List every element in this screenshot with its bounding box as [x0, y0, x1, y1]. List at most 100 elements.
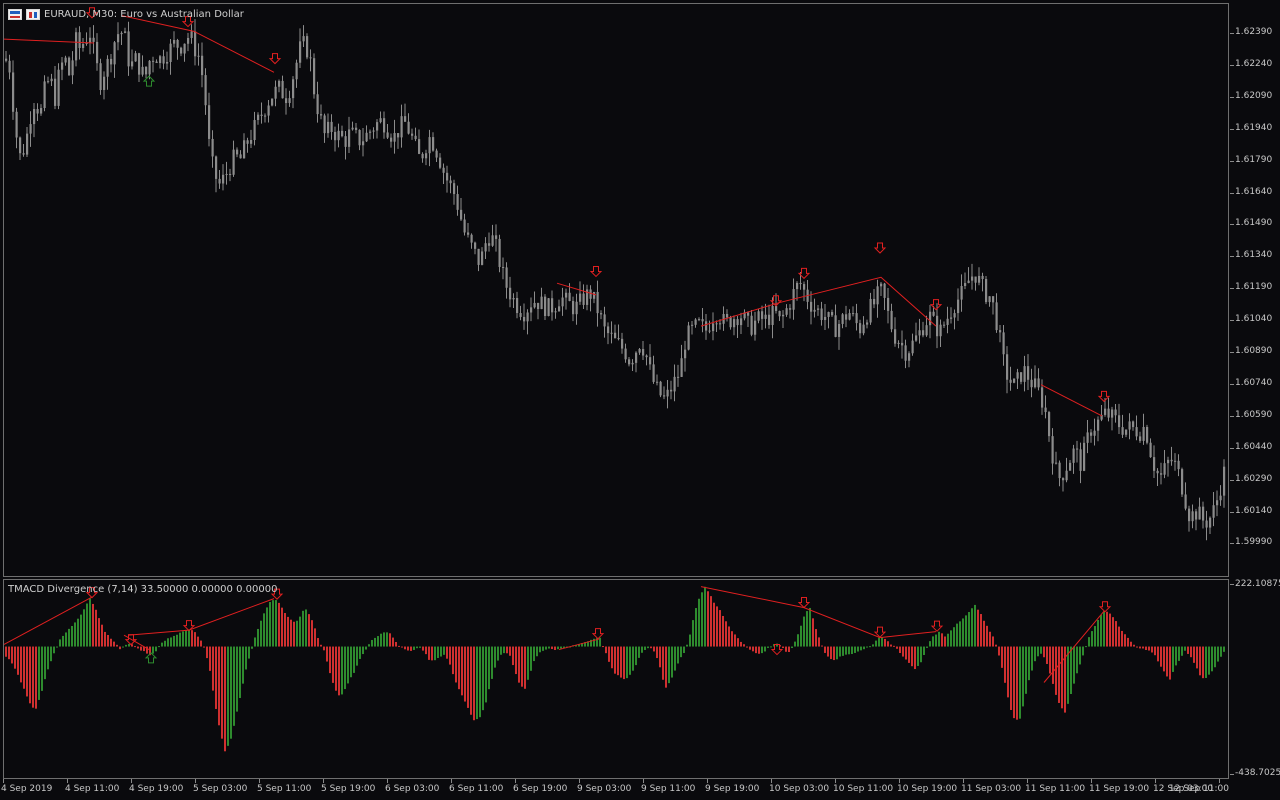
candle — [621, 332, 624, 354]
candle — [502, 257, 505, 280]
histogram-bar — [971, 608, 973, 647]
candle — [57, 63, 60, 110]
candle-body — [908, 353, 911, 361]
candle-body — [1023, 366, 1026, 382]
candle — [841, 312, 844, 329]
candle-body — [799, 282, 802, 285]
candle — [516, 291, 519, 319]
time-tick — [707, 779, 708, 783]
candle-body — [351, 127, 354, 130]
histogram-bar — [965, 615, 967, 647]
candle — [40, 104, 43, 116]
candlestick-plot[interactable] — [4, 4, 1228, 576]
candle — [1002, 325, 1005, 366]
candle — [649, 344, 652, 370]
candle-body — [1135, 427, 1138, 437]
tmacd-histogram-plot[interactable] — [4, 580, 1228, 778]
price-scale[interactable]: 1.62390 1.62240 1.62090 1.61940 1.61790 1.616… — [1230, 3, 1280, 577]
candle — [908, 351, 911, 368]
histogram-bar — [1088, 637, 1090, 647]
candle-body — [8, 60, 11, 73]
histogram-bar — [992, 636, 994, 647]
histogram-bar — [476, 646, 478, 720]
candle-body — [911, 340, 914, 354]
candle-body — [432, 137, 435, 151]
histogram-bar — [818, 637, 820, 647]
histogram-bar — [677, 646, 679, 664]
candle-body — [628, 359, 631, 365]
candle-body — [967, 280, 970, 284]
candle — [866, 319, 869, 329]
one-click-trading-icon[interactable] — [26, 9, 40, 20]
candle-body — [572, 301, 575, 315]
candle — [859, 319, 862, 339]
candle — [918, 318, 921, 344]
histogram-bar — [1025, 646, 1027, 694]
candle-body — [869, 298, 872, 323]
histogram-bar — [728, 626, 730, 647]
candle — [274, 80, 277, 107]
candle-body — [488, 243, 491, 246]
histogram-bar — [698, 598, 700, 647]
candle — [138, 52, 141, 82]
price-scale-label: 1.60440 — [1235, 441, 1273, 452]
candle-body — [607, 326, 610, 334]
candle-body — [1006, 354, 1009, 380]
histogram-bar — [269, 601, 271, 647]
candle — [1219, 485, 1222, 506]
candle-body — [530, 307, 533, 313]
candle-body — [281, 80, 284, 99]
indicator-scale[interactable]: 222.10875 -438.70250 — [1230, 579, 1280, 779]
candle-body — [537, 302, 540, 310]
candle — [390, 133, 393, 148]
histogram-bar — [299, 616, 301, 647]
indicator-panel[interactable]: TMACD Divergence (7,14) 33.50000 0.00000… — [3, 579, 1229, 779]
histogram-bar — [512, 646, 514, 666]
histogram-bar — [1043, 646, 1045, 658]
candle-body — [663, 395, 666, 397]
candle-body — [771, 306, 774, 325]
candle-body — [782, 314, 785, 317]
candle-body — [316, 94, 319, 115]
candle-body — [243, 140, 246, 159]
histogram-bar — [332, 646, 334, 683]
candle — [995, 293, 998, 333]
histogram-bar — [1079, 646, 1081, 665]
candle-body — [1191, 511, 1194, 522]
histogram-bar — [1217, 646, 1219, 662]
histogram-bar — [236, 646, 238, 712]
histogram-bar — [161, 642, 163, 647]
candle-body — [477, 248, 480, 265]
trade-panel-icon[interactable] — [8, 9, 22, 20]
candle-body — [516, 297, 519, 314]
time-tick — [1091, 779, 1092, 783]
histogram-bar — [119, 646, 121, 650]
histogram-bar — [632, 646, 634, 671]
histogram-bar — [1145, 646, 1147, 650]
candle — [96, 33, 99, 71]
histogram-bar — [431, 646, 433, 661]
candle-body — [631, 362, 634, 365]
price-scale-label: 1.61790 — [1235, 154, 1273, 165]
candle-body — [1016, 372, 1019, 379]
histogram-bar — [1013, 646, 1015, 719]
candle-body — [379, 118, 382, 123]
candle-body — [757, 311, 760, 321]
candle-body — [337, 130, 340, 141]
time-axis[interactable]: 4 Sep 2019 4 Sep 11:00 4 Sep 19:00 5 Sep 03… — [1, 779, 1229, 800]
price-chart-panel[interactable]: EURAUD, M30: Euro vs Australian Dollar — [3, 3, 1229, 577]
candle — [785, 304, 788, 317]
time-tick — [3, 779, 4, 783]
histogram-bar — [266, 607, 268, 647]
histogram-bar — [1109, 613, 1111, 647]
histogram-bar — [113, 641, 115, 647]
candle — [1118, 403, 1121, 434]
candle — [194, 19, 197, 66]
time-axis-label: 11 Sep 19:00 — [1089, 784, 1150, 794]
candle-body — [750, 315, 753, 335]
candle — [446, 165, 449, 193]
candle — [204, 68, 207, 115]
candle — [54, 66, 57, 110]
histogram-bar — [701, 592, 703, 647]
histogram-bar — [380, 633, 382, 647]
